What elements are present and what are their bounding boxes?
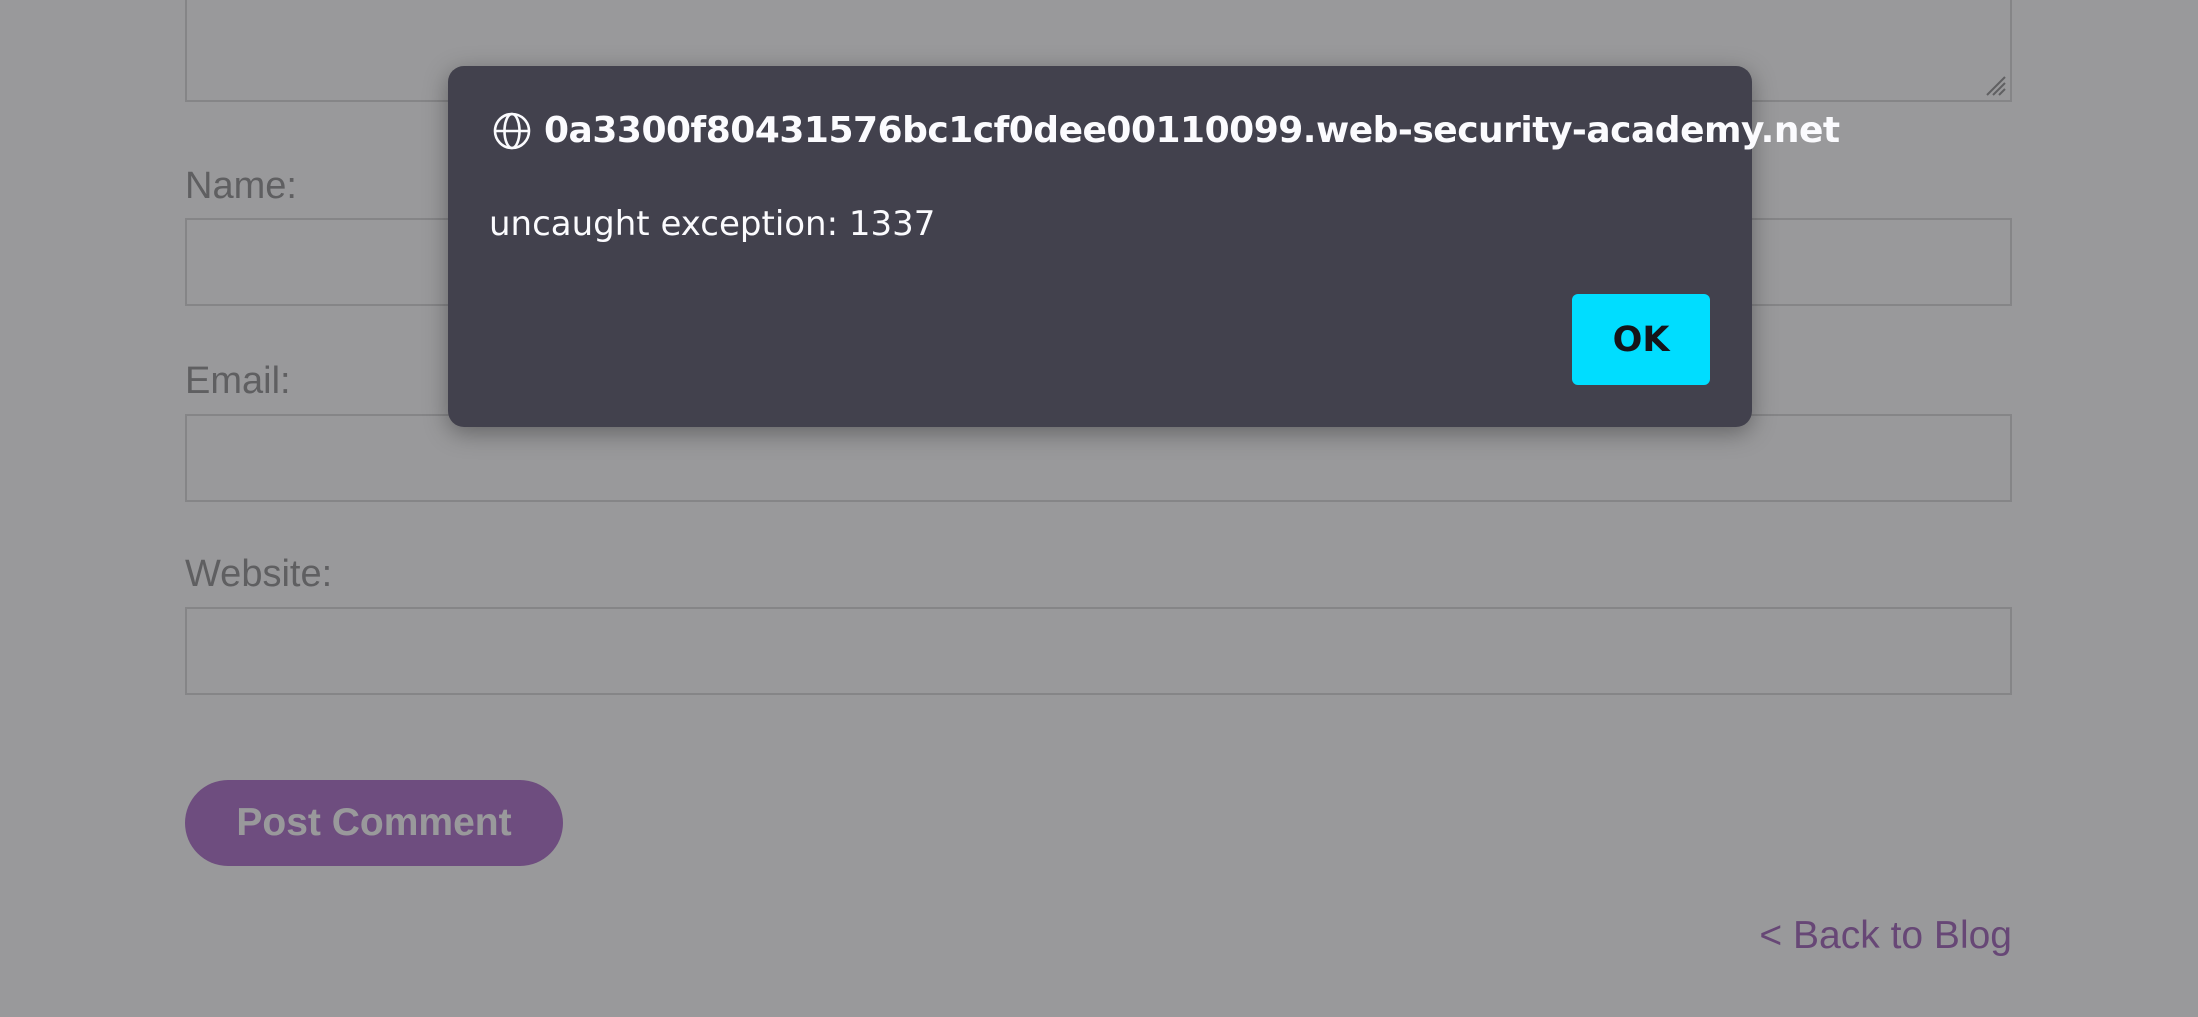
globe-icon [493, 112, 531, 149]
dialog-message: uncaught exception: 1337 [489, 204, 936, 244]
dialog-origin: 0a3300f80431576bc1cf0dee00110099.web-sec… [544, 110, 1840, 151]
ok-button[interactable]: OK [1572, 294, 1710, 385]
alert-dialog: 0a3300f80431576bc1cf0dee00110099.web-sec… [448, 66, 1840, 427]
dialog-header: 0a3300f80431576bc1cf0dee00110099.web-sec… [492, 110, 1840, 151]
